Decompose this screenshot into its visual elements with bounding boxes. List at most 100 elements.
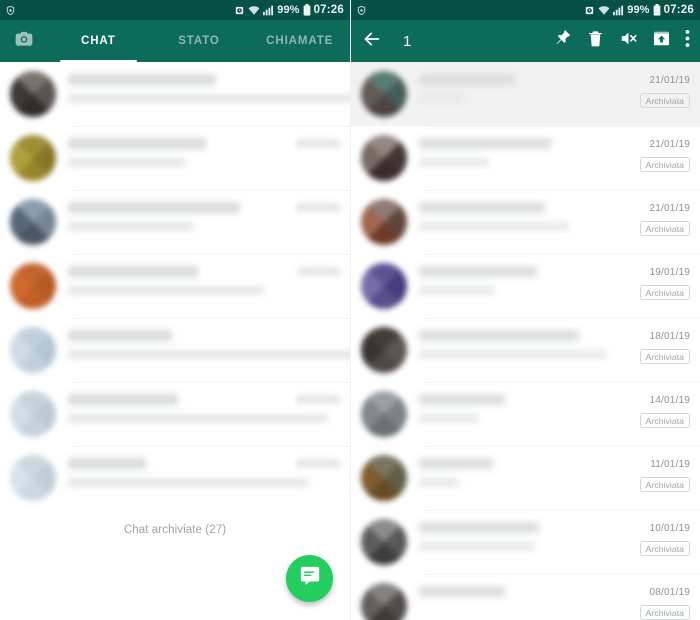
chat-name-redacted [419,202,545,213]
chat-item-text [68,263,280,309]
chat-name-redacted [419,138,551,149]
archived-chat-item[interactable]: 10/01/19 Archiviata [351,510,700,574]
archived-item-text [419,263,618,309]
chat-item-meta [280,135,340,181]
chat-item-meta [280,199,340,245]
chat-list-item[interactable] [0,126,350,190]
archived-item-text [419,519,618,565]
chat-list-item[interactable] [0,190,350,254]
chat-preview-redacted [68,478,308,487]
wifi-icon [248,5,260,16]
tab-chiamate[interactable]: CHIAMATE [249,20,350,62]
archived-chat-item[interactable]: 08/01/19 Archiviata [351,574,700,620]
mute-button[interactable] [619,29,638,53]
avatar [361,391,407,437]
chat-preview-redacted [419,478,459,487]
status-badge: Archiviata [639,93,690,108]
archived-item-meta: 11/01/19 Archiviata [618,455,690,501]
dual-screenshot-comparison: 99% 07:26 CHAT STATO CHIAMATE Chat archi… [0,0,700,620]
archived-item-text [419,327,618,373]
avatar [10,391,56,437]
unarchive-icon [652,29,671,53]
chat-preview-redacted [419,542,535,551]
archived-chat-item[interactable]: 21/01/19 Archiviata [351,190,700,254]
chat-item-text [68,455,308,501]
status-badge: Archiviata [639,413,690,428]
chat-list-item[interactable] [0,382,350,446]
avatar [361,71,407,117]
tab-chat[interactable]: CHAT [48,20,149,62]
status-badge: Archiviata [639,285,690,300]
archived-item-text [419,71,618,117]
archived-item-text [419,391,618,437]
archived-item-meta: 08/01/19 Archiviata [618,583,690,620]
new-chat-fab[interactable] [286,555,333,602]
pin-icon [553,29,572,53]
avatar [361,263,407,309]
archived-chat-item[interactable]: 19/01/19 Archiviata [351,254,700,318]
status-badge: Archiviata [639,157,690,172]
avatar [10,71,56,117]
status-badge: Archiviata [639,605,690,620]
chat-list-item[interactable] [0,318,350,382]
alarm-clock-icon [584,5,595,16]
chat-preview-redacted [68,350,350,359]
archived-chat-item[interactable]: 11/01/19 Archiviata [351,446,700,510]
avatar [10,455,56,501]
cellular-signal-icon [263,5,274,16]
battery-percent-label: 99% [277,4,300,16]
alarm-clock-icon [234,5,245,16]
chat-timestamp-redacted [296,395,340,404]
status-bar-left: 99% 07:26 [0,0,350,20]
avatar [10,263,56,309]
chat-list-item[interactable] [0,446,350,510]
pin-button[interactable] [553,29,572,53]
archived-chat-item[interactable]: 21/01/19 Archiviata [351,126,700,190]
chat-list[interactable]: Chat archiviate (27) [0,62,350,620]
chat-preview-redacted [68,222,194,231]
chat-date-label: 21/01/19 [649,139,690,150]
back-button[interactable] [361,28,395,55]
archived-chats-link[interactable]: Chat archiviate (27) [0,510,350,542]
archived-item-meta: 19/01/19 Archiviata [618,263,690,309]
battery-percent-label: 99% [627,4,650,16]
chat-name-redacted [419,458,493,469]
camera-icon [14,29,34,54]
chat-preview-redacted [68,414,328,423]
chat-item-text [68,135,280,181]
archived-chat-list[interactable]: 21/01/19 Archiviata 21/01/19 Archiviata 21/0… [351,62,700,620]
archived-item-meta: 21/01/19 Archiviata [618,135,690,181]
chat-name-redacted [419,266,537,277]
chat-list-item[interactable] [0,254,350,318]
archived-chat-item-selected[interactable]: 21/01/19 Archiviata [351,62,700,126]
chat-name-redacted [419,330,579,341]
chat-timestamp-redacted [296,203,340,212]
chat-date-label: 21/01/19 [649,203,690,214]
tab-stato[interactable]: STATO [149,20,250,62]
archived-item-meta: 14/01/19 Archiviata [618,391,690,437]
chat-name-redacted [68,266,198,277]
chat-item-text [68,327,350,373]
avatar [10,135,56,181]
tab-chat-label: CHAT [80,35,116,47]
status-bar-notifications-right [356,5,367,16]
archived-chat-item[interactable]: 18/01/19 Archiviata [351,318,700,382]
chat-item-text [68,199,280,245]
tab-bar: CHAT STATO CHIAMATE [0,20,350,62]
chat-name-redacted [68,202,240,213]
chat-name-redacted [419,522,539,533]
delete-button[interactable] [586,29,605,53]
tab-camera[interactable] [0,20,48,62]
overflow-menu-button[interactable] [685,29,690,53]
chat-name-redacted [419,394,505,405]
avatar [361,327,407,373]
unarchive-button[interactable] [652,29,671,53]
trash-icon [586,29,605,53]
tab-chiamate-label: CHIAMATE [266,35,334,47]
archived-chat-item[interactable]: 14/01/19 Archiviata [351,382,700,446]
status-bar-notifications [5,5,16,16]
chat-list-item[interactable] [0,62,350,126]
chat-date-label: 18/01/19 [649,331,690,342]
chat-preview-redacted [419,350,607,359]
archived-item-text [419,199,618,245]
